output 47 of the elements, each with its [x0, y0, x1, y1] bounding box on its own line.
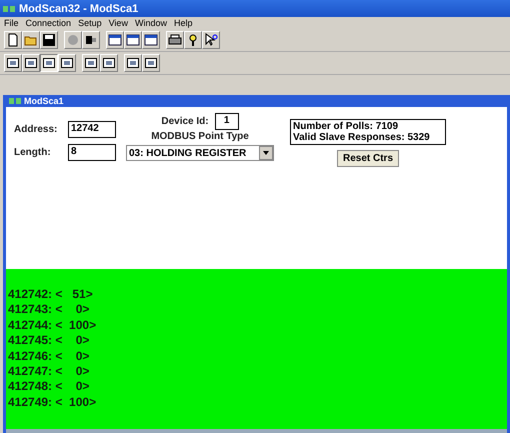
window-icon	[126, 33, 140, 47]
register-value: 412743: < 0>	[8, 302, 90, 318]
length-label: Length:	[14, 147, 52, 158]
point-type-label: MODBUS Point Type	[151, 131, 249, 142]
device-id-label: Device Id:	[161, 116, 209, 127]
menu-item[interactable]: File	[4, 18, 19, 28]
printer-icon	[168, 33, 182, 47]
menu-item[interactable]: Help	[174, 18, 192, 28]
polls-count: Number of Polls: 7109	[293, 121, 400, 132]
circle-icon	[66, 33, 80, 47]
address-field[interactable]: 12742	[68, 121, 116, 138]
register-value: 412749: < 100>	[8, 394, 98, 410]
display-format-icon	[61, 58, 73, 68]
toolbar-button[interactable]	[40, 54, 58, 72]
display-format-icon	[43, 58, 55, 68]
menu-item[interactable]: Setup	[78, 18, 102, 28]
menu-item[interactable]: Window	[134, 18, 167, 28]
device-id-field[interactable]: 1	[214, 113, 239, 130]
window-title: ModScan32 - ModSca1	[19, 2, 138, 14]
address-label: Address:	[14, 124, 58, 135]
window-icon	[144, 33, 158, 47]
plug-icon	[84, 33, 98, 47]
app-icon	[3, 6, 15, 12]
display-format-icon	[85, 58, 97, 68]
dropdown-arrow-icon	[263, 151, 269, 155]
help-pointer-icon	[204, 33, 218, 47]
responses-count: Valid Slave Responses: 5329	[293, 132, 431, 143]
reset-counters-button[interactable]: Reset Ctrs	[336, 150, 400, 167]
child-window-title: ModSca1	[24, 96, 64, 106]
point-type-dropdown[interactable]: 03: HOLDING REGISTER	[126, 145, 274, 161]
register-value: 412742: < 51>	[8, 287, 94, 302]
app-icon	[9, 98, 21, 104]
register-value: 412748: < 0>	[8, 379, 90, 395]
menu-item[interactable]: Connection	[26, 18, 72, 28]
display-format-icon	[25, 58, 37, 68]
new-document-icon	[6, 33, 20, 47]
menu-item[interactable]: View	[108, 18, 128, 28]
display-format-icon	[145, 58, 157, 68]
display-format-icon	[127, 58, 139, 68]
register-value: 412744: < 100>	[8, 318, 98, 334]
register-value: 412747: < 0>	[8, 364, 90, 380]
register-value: 412745: < 0>	[8, 333, 90, 349]
register-value: 412746: < 0>	[8, 348, 90, 364]
display-format-icon	[7, 58, 19, 68]
length-field[interactable]: 8	[68, 144, 116, 161]
display-format-icon	[103, 58, 115, 68]
window-icon	[108, 33, 122, 47]
